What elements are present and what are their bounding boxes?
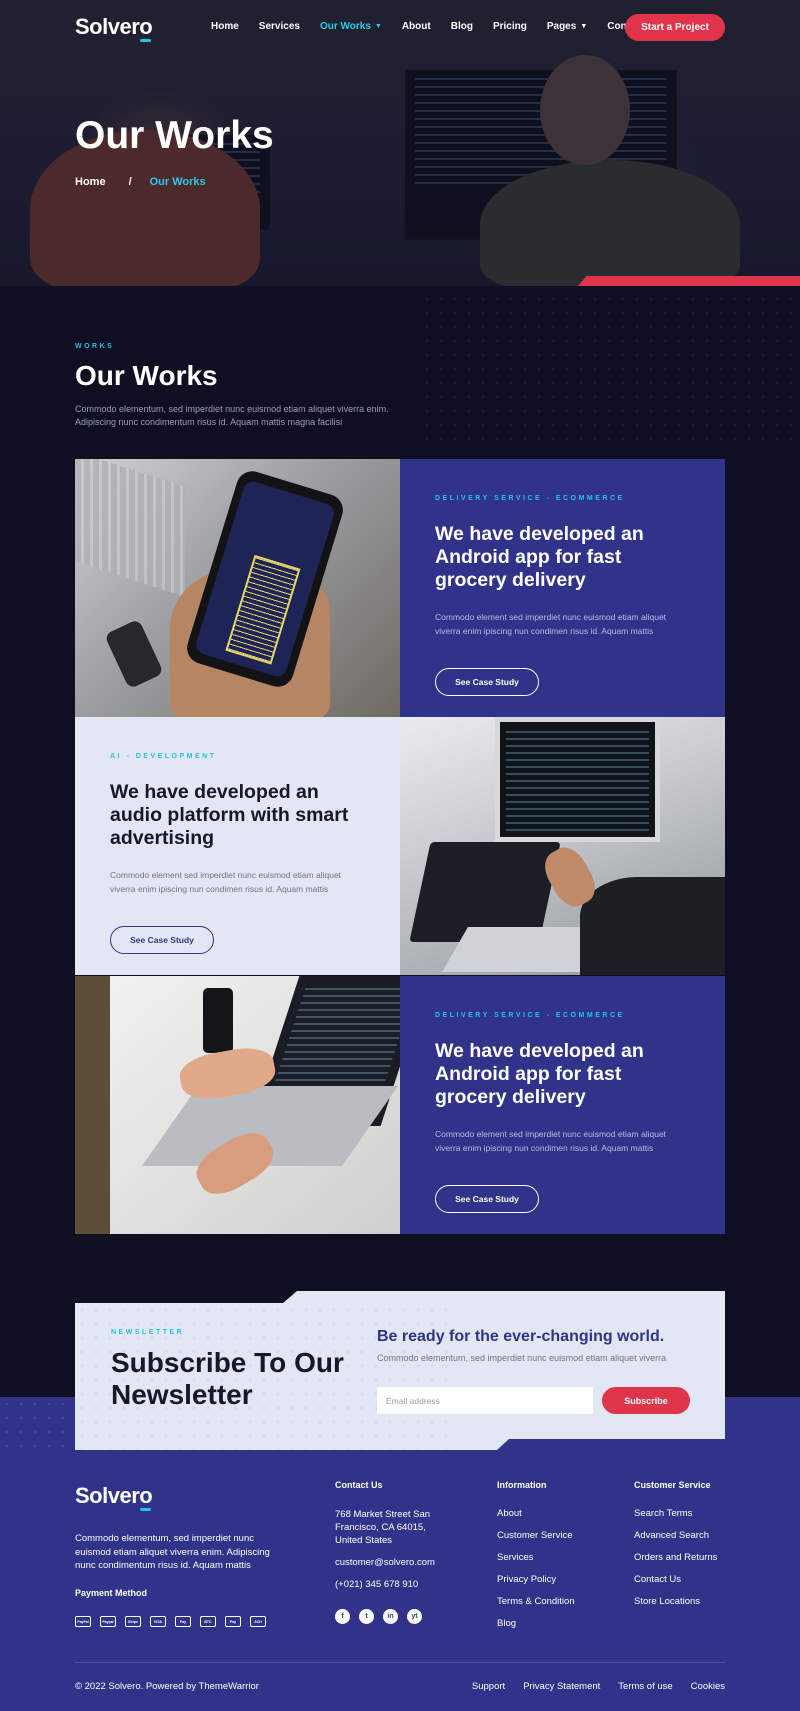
youtube-icon[interactable]: yt <box>407 1609 422 1624</box>
work-card-description: Commodo element sed imperdiet nunc euism… <box>435 612 667 636</box>
copyright-text: © 2022 Solvero. Powered by ThemeWarrior <box>75 1681 259 1692</box>
stripe-icon: Stripe <box>125 1616 141 1627</box>
section-title: Our Works <box>75 360 218 391</box>
footer-link[interactable]: Blog <box>497 1618 575 1630</box>
nav-home[interactable]: Home <box>211 21 239 32</box>
decorative-dot-pattern <box>0 1397 75 1452</box>
contact-phone[interactable]: (+021) 345 678 910 <box>335 1579 418 1590</box>
nav-our-works[interactable]: Our Works ▼ <box>320 21 382 32</box>
hero-accent-bar <box>578 276 800 286</box>
see-case-study-button[interactable]: See Case Study <box>110 926 214 954</box>
footer-about-text: Commodo elementum, sed imperdiet nunc eu… <box>75 1533 270 1571</box>
subscribe-button[interactable]: Subscribe <box>602 1387 690 1414</box>
nav-services[interactable]: Services <box>259 21 300 32</box>
bitcoin-icon: BTC <box>200 1616 216 1627</box>
newsletter-heading: Be ready for the ever-changing world. <box>377 1328 665 1345</box>
breadcrumb-home[interactable]: Home <box>75 176 106 188</box>
legal-link-privacy[interactable]: Privacy Statement <box>523 1681 600 1692</box>
newsletter-panel: NEWSLETTER Subscribe To Our Newsletter B… <box>75 1291 725 1450</box>
footer-divider <box>75 1662 725 1663</box>
footer-link[interactable]: Contact Us <box>634 1574 717 1586</box>
newsletter-kicker: NEWSLETTER <box>111 1329 185 1336</box>
facebook-icon[interactable]: f <box>335 1609 350 1624</box>
contact-us-title: Contact Us <box>335 1480 383 1490</box>
work-card-kicker: DELIVERY SERVICE - ECOMMERCE <box>435 495 625 502</box>
contact-email[interactable]: customer@solvero.com <box>335 1557 435 1568</box>
apple-pay-icon: Pay <box>175 1616 191 1627</box>
work-card-title: We have developed an audio platform with… <box>110 781 349 849</box>
footer-link[interactable]: Privacy Policy <box>497 1574 575 1586</box>
social-links: f t in yt <box>335 1609 422 1624</box>
work-image-phone <box>75 459 400 717</box>
information-links: About Customer Service Services Privacy … <box>497 1508 575 1640</box>
start-project-button[interactable]: Start a Project <box>625 14 725 41</box>
work-card: DELIVERY SERVICE - ECOMMERCE We have dev… <box>400 459 725 717</box>
chevron-down-icon: ▼ <box>580 23 588 30</box>
work-card-kicker: DELIVERY SERVICE - ECOMMERCE <box>435 1012 625 1019</box>
nav-pages[interactable]: Pages ▼ <box>547 21 587 32</box>
footer-link[interactable]: About <box>497 1508 575 1520</box>
section-description: Commodo elementum, sed imperdiet nunc eu… <box>75 404 389 427</box>
breadcrumb-current: Our Works <box>149 176 206 188</box>
email-input[interactable] <box>377 1387 593 1414</box>
site-logo[interactable]: Solvero <box>75 14 153 40</box>
nav-about[interactable]: About <box>402 21 431 32</box>
legal-link-terms[interactable]: Terms of use <box>618 1681 672 1692</box>
chevron-down-icon: ▼ <box>374 23 382 30</box>
work-card-description: Commodo element sed imperdiet nunc euism… <box>435 1129 667 1153</box>
newsletter-title: Subscribe To Our Newsletter <box>111 1347 344 1410</box>
instagram-icon[interactable]: in <box>383 1609 398 1624</box>
customer-service-title: Customer Service <box>634 1480 711 1490</box>
google-pay-icon: Pay <box>225 1616 241 1627</box>
page-title: Our Works <box>75 114 274 157</box>
see-case-study-button[interactable]: See Case Study <box>435 1185 539 1213</box>
nav-pages-label: Pages <box>546 21 577 32</box>
footer-link[interactable]: Orders and Returns <box>634 1552 717 1564</box>
nav-pricing[interactable]: Pricing <box>493 21 527 32</box>
footer-link[interactable]: Customer Service <box>497 1530 575 1542</box>
hero-banner: Solvero Home Services Our Works ▼ About B… <box>0 0 800 286</box>
footer-link[interactable]: Store Locations <box>634 1596 717 1608</box>
work-card: AI - DEVELOPMENT We have developed an au… <box>75 717 400 975</box>
footer-link[interactable]: Terms & Condition <box>497 1596 575 1608</box>
work-card-kicker: AI - DEVELOPMENT <box>110 753 217 760</box>
legal-links: Support Privacy Statement Terms of use C… <box>472 1681 725 1692</box>
work-image-laptop <box>75 976 400 1234</box>
footer-logo[interactable]: Solvero <box>75 1483 153 1509</box>
work-card-description: Commodo element sed imperdiet nunc euism… <box>110 870 342 894</box>
visa-icon: VISA <box>150 1616 166 1627</box>
legal-link-support[interactable]: Support <box>472 1681 505 1692</box>
ach-icon: ACH <box>250 1616 266 1627</box>
see-case-study-button[interactable]: See Case Study <box>435 668 539 696</box>
nav-blog[interactable]: Blog <box>451 21 473 32</box>
twitter-icon[interactable]: t <box>359 1609 374 1624</box>
work-image-desktop <box>400 717 725 975</box>
breadcrumb-separator: / <box>128 176 132 188</box>
customer-service-links: Search Terms Advanced Search Orders and … <box>634 1508 717 1618</box>
information-title: Information <box>497 1480 547 1490</box>
work-card-title: We have developed an Android app for fas… <box>435 523 644 591</box>
paypal-icon: Paypal <box>100 1616 116 1627</box>
nav-our-works-label: Our Works <box>319 21 371 32</box>
main-nav: Home Services Our Works ▼ About Blog Pric… <box>211 21 664 32</box>
payment-icon: PayPal <box>75 1616 91 1627</box>
newsletter-description: Commodo elementum, sed imperdiet nunc eu… <box>377 1353 667 1363</box>
footer-link[interactable]: Services <box>497 1552 575 1564</box>
work-card-title: We have developed an Android app for fas… <box>435 1040 644 1108</box>
footer-link[interactable]: Advanced Search <box>634 1530 717 1542</box>
contact-address: 768 Market Street San Francisco, CA 6401… <box>335 1509 431 1546</box>
decorative-dot-pattern <box>420 292 800 452</box>
footer-link[interactable]: Search Terms <box>634 1508 717 1520</box>
breadcrumb: Home / Our Works <box>75 176 206 188</box>
legal-link-cookies[interactable]: Cookies <box>691 1681 725 1692</box>
work-card: DELIVERY SERVICE - ECOMMERCE We have dev… <box>400 976 725 1234</box>
payment-method-title: Payment Method <box>75 1588 148 1598</box>
payment-methods: PayPal Paypal Stripe VISA Pay BTC Pay AC… <box>75 1616 266 1627</box>
section-kicker: WORKS <box>75 343 115 350</box>
